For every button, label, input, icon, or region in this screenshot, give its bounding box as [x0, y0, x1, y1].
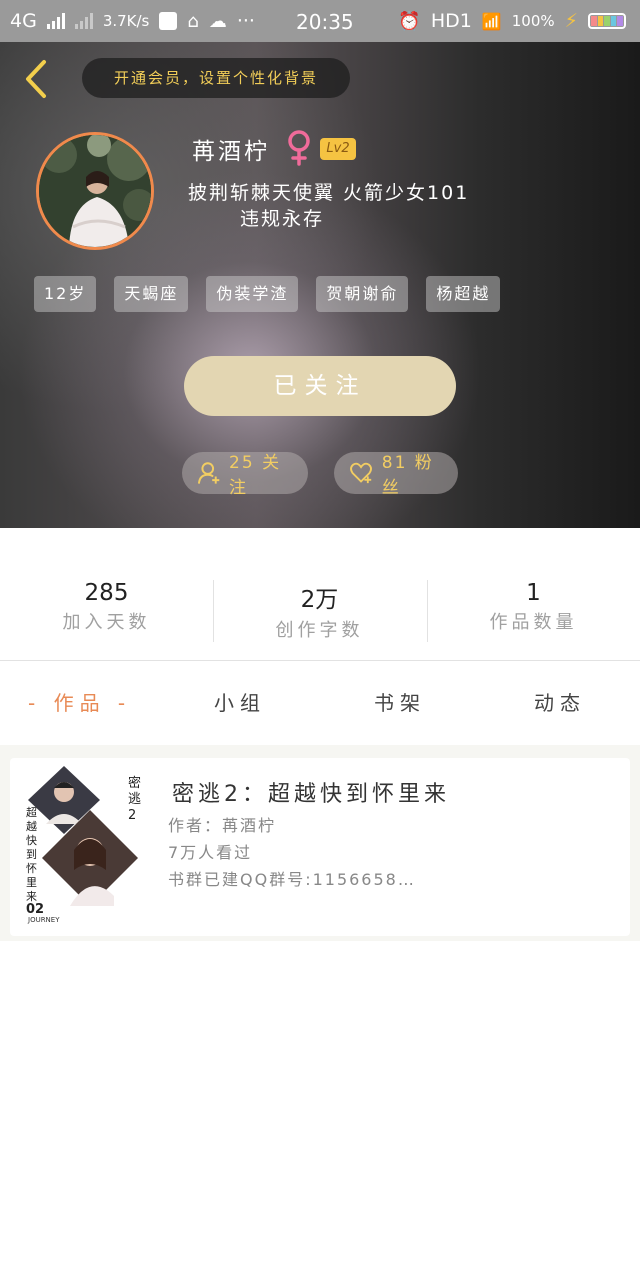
status-bar: 4G 3.7K/s ⌂ ☁ ··· 20:35 ⏰ HD1 📶 100% ⚡	[0, 0, 640, 42]
stat-value: 2万	[300, 587, 339, 613]
level-badge: Lv2	[320, 138, 356, 160]
network-speed: 3.7K/s	[102, 12, 150, 30]
fans-count: 81 粉丝	[381, 453, 434, 498]
profile-header: 开通会员，设置个性化背景 苒酒柠 Lv2 披荆斩棘天使翼 火箭少女101 违规永…	[0, 42, 640, 528]
vip-banner[interactable]: 开通会员，设置个性化背景	[82, 58, 350, 98]
book-author: 作者：苒酒柠	[168, 816, 277, 835]
hd-label: HD1	[430, 10, 472, 32]
battery-percent: 100%	[511, 12, 555, 30]
alipay-icon	[159, 12, 178, 30]
signal-2-icon	[74, 13, 93, 29]
charging-icon: ⚡	[564, 10, 578, 32]
bio-line-1: 披荆斩棘天使翼 火箭少女101	[188, 182, 470, 204]
heart-plus-icon	[350, 462, 372, 484]
tab-activity[interactable]: 动态	[534, 687, 586, 716]
stat-label: 加入天数	[62, 612, 151, 633]
stats-bar: 285 加入天数 2万 创作字数 1 作品数量	[0, 528, 640, 661]
tab-bookshelf[interactable]: 书架	[374, 687, 426, 716]
tab-works[interactable]: - 作品 -	[28, 687, 131, 716]
clock: 20:35	[296, 10, 354, 34]
stat-label: 作品数量	[489, 612, 578, 633]
tag-item[interactable]: 杨超越	[426, 276, 501, 312]
followed-button[interactable]: 已关注	[184, 356, 456, 416]
stat-join-days: 285 加入天数	[0, 580, 213, 634]
cover-english: JOURNEY	[28, 916, 60, 924]
book-title[interactable]: 密逃2：超越快到怀里来	[172, 776, 450, 808]
signal-icon	[46, 13, 65, 29]
profile-bio: 披荆斩棘天使翼 火箭少女101 违规永存	[188, 180, 528, 232]
avatar[interactable]	[36, 132, 154, 250]
avatar-image	[39, 135, 151, 247]
stat-value: 285	[84, 580, 129, 606]
stat-value: 1	[526, 580, 541, 606]
cover-number: 02	[26, 902, 45, 917]
cover-subtitle: 超越快到怀里来	[26, 806, 37, 903]
cover-title: 密逃2	[128, 776, 142, 823]
following-button[interactable]: 25 关注	[182, 452, 308, 498]
tab-bar: - 作品 - 小组 书架 动态	[0, 661, 640, 745]
back-button[interactable]	[18, 58, 58, 100]
tag-list: 12岁 天蝎座 伪装学渣 贺朝谢俞 杨超越	[34, 276, 501, 312]
book-cover: 密逃2 超越快到怀里来 02 JOURNEY	[24, 766, 144, 924]
stat-works-count: 1 作品数量	[427, 580, 640, 634]
following-count: 25 关注	[229, 453, 282, 498]
tag-item[interactable]: 伪装学渣	[206, 276, 299, 312]
tag-item[interactable]: 贺朝谢俞	[316, 276, 409, 312]
add-user-icon	[198, 462, 220, 484]
book-views: 7万人看过	[168, 843, 253, 862]
tag-item[interactable]: 天蝎座	[114, 276, 189, 312]
fans-button[interactable]: 81 粉丝	[334, 452, 458, 498]
username: 苒酒柠	[192, 139, 270, 165]
stat-label: 创作字数	[275, 620, 364, 641]
book-description: 书群已建QQ群号:1156658…	[168, 870, 416, 889]
more-icon: ···	[236, 10, 255, 32]
stat-word-count: 2万 创作字数	[213, 580, 426, 642]
home-icon: ⌂	[187, 10, 199, 32]
battery-icon	[588, 13, 626, 29]
network-label: 4G	[10, 10, 37, 32]
female-icon	[288, 130, 310, 166]
bio-line-2: 违规永存	[240, 208, 325, 230]
cloud-icon: ☁	[208, 10, 227, 32]
wifi-icon: 📶	[481, 11, 502, 31]
cover-art	[24, 766, 144, 924]
tab-groups[interactable]: 小组	[214, 687, 266, 716]
chevron-left-icon	[26, 60, 46, 98]
tag-item[interactable]: 12岁	[34, 276, 97, 312]
alarm-icon: ⏰	[398, 10, 421, 32]
